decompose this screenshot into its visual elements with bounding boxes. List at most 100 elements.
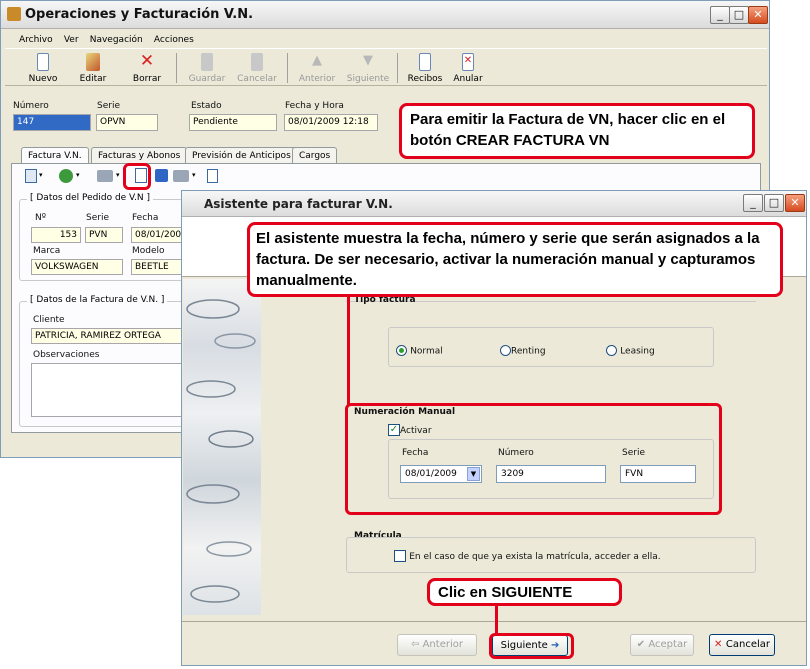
menu-acciones[interactable]: Acciones — [154, 35, 194, 45]
menu-ver[interactable]: Ver — [64, 35, 79, 45]
close-button[interactable]: ✕ — [748, 6, 768, 24]
dropdown-arrow-icon[interactable]: ▾ — [116, 171, 120, 179]
cancel-x-icon: ✕ — [714, 639, 726, 650]
pedido-fecha-label: Fecha — [132, 213, 159, 223]
save-icon — [201, 53, 213, 71]
serie-field[interactable]: OPVN — [96, 114, 158, 131]
cliente-field[interactable]: PATRICIA, RAMIREZ ORTEGA — [31, 328, 183, 344]
observaciones-label: Observaciones — [33, 350, 100, 360]
people-icon[interactable] — [59, 169, 73, 183]
highlight-crear-factura — [123, 163, 151, 190]
delete-x-icon: ✕ — [139, 51, 155, 71]
numero-label: Número — [13, 101, 49, 111]
pedido-serie-field[interactable]: PVN — [85, 227, 123, 243]
receipt-icon — [419, 53, 431, 71]
arrow-up-icon: ▲ — [312, 53, 322, 68]
callout-crear-factura: Para emitir la Factura de VN, hacer clic… — [399, 103, 755, 159]
refresh-icon[interactable] — [155, 169, 168, 182]
wizard-title: Asistente para facturar V.N. — [204, 197, 393, 211]
main-titlebar[interactable]: Operaciones y Facturación V.N. _ □ ✕ — [1, 1, 769, 29]
pedido-modelo-field[interactable]: BEETLE — [131, 259, 183, 275]
menu-archivo[interactable]: Archivo — [19, 35, 53, 45]
highlight-connector — [495, 604, 498, 636]
void-icon: ✕ — [462, 53, 474, 71]
minimize-button[interactable]: _ — [710, 6, 730, 24]
app-icon — [7, 7, 21, 21]
radio-leasing-dot — [606, 345, 617, 356]
aceptar-button[interactable]: ✔ Aceptar — [630, 634, 694, 656]
pedido-group-title: [ Datos del Pedido de V.N ] — [27, 193, 154, 203]
menubar: Archivo Ver Navegación Acciones — [19, 34, 202, 45]
highlight-siguiente — [489, 633, 574, 659]
estado-field[interactable]: Pendiente — [189, 114, 277, 131]
fecha-hora-label: Fecha y Hora — [285, 101, 344, 111]
radio-normal[interactable]: Normal — [396, 345, 443, 357]
cancelar-toolbar-button[interactable]: Cancelar — [235, 53, 279, 84]
tab-prevision-anticipos[interactable]: Previsión de Anticipos — [185, 147, 298, 164]
edit-icon — [86, 53, 100, 71]
anterior-toolbar-button[interactable]: ▲ Anterior — [295, 53, 339, 84]
pedido-marca-field[interactable]: VOLKSWAGEN — [31, 259, 123, 275]
print-icon[interactable] — [97, 170, 113, 182]
radio-leasing[interactable]: Leasing — [606, 345, 655, 357]
checkbox-box — [394, 550, 406, 562]
pedido-serie-label: Serie — [86, 213, 109, 223]
dropdown-arrow-icon[interactable]: ▾ — [76, 171, 80, 179]
toolbar: Nuevo Editar ✕ Borrar Guardar Cancelar ▲… — [5, 48, 767, 86]
wizard-minimize-button[interactable]: _ — [743, 194, 763, 212]
dropdown-arrow-icon[interactable]: ▾ — [39, 171, 43, 179]
factura-group-title: [ Datos de la Factura de V.N. ] — [27, 295, 168, 305]
check-icon: ✔ — [636, 639, 649, 650]
arrow-down-icon: ▼ — [363, 53, 373, 68]
toolbar-separator — [397, 53, 398, 83]
toolbar-separator — [176, 53, 177, 83]
pedido-n-label: Nº — [35, 213, 46, 223]
main-title: Operaciones y Facturación V.N. — [25, 7, 254, 22]
borrar-button[interactable]: ✕ Borrar — [127, 51, 167, 85]
wizard-maximize-button[interactable]: □ — [764, 194, 784, 212]
matricula-checkbox[interactable]: En el caso de que ya exista la matrícula… — [394, 550, 661, 562]
wizard-titlebar[interactable]: Asistente para facturar V.N. _ □ ✕ — [182, 191, 806, 217]
numero-field[interactable]: 147 — [13, 114, 91, 131]
editar-button[interactable]: Editar — [73, 53, 113, 84]
inner-toolbar: ▾ ▾ ▾ ▾ — [17, 167, 227, 185]
recibos-button[interactable]: Recibos — [403, 53, 447, 84]
radio-renting-dot — [500, 345, 511, 356]
callout-asistente: El asistente muestra la fecha, número y … — [247, 222, 783, 297]
menu-navegacion[interactable]: Navegación — [90, 35, 143, 45]
anterior-button[interactable]: ⇦ Anterior — [397, 634, 477, 656]
print-icon[interactable] — [173, 170, 189, 182]
highlight-numeracion-manual — [345, 403, 722, 515]
car-sketch-image — [186, 299, 256, 603]
wizard-close-button[interactable]: ✕ — [785, 194, 805, 212]
callout-siguiente: Clic en SIGUIENTE — [427, 578, 622, 606]
wizard-side-image — [183, 279, 261, 615]
list-icon[interactable] — [25, 169, 37, 183]
pedido-marca-label: Marca — [33, 246, 61, 256]
new-document-icon — [37, 53, 49, 71]
pedido-fecha-field[interactable]: 08/01/200 — [131, 227, 183, 243]
anular-button[interactable]: ✕ Anular — [451, 53, 485, 84]
tab-facturas-abonos[interactable]: Facturas y Abonos — [91, 147, 188, 164]
pedido-modelo-label: Modelo — [132, 246, 165, 256]
guardar-button[interactable]: Guardar — [185, 53, 229, 84]
pedido-n-field[interactable]: 153 — [31, 227, 81, 243]
cancel-icon — [251, 53, 263, 71]
wizard-footer-divider — [182, 621, 806, 622]
cancelar-button[interactable]: ✕ Cancelar — [709, 634, 775, 656]
dropdown-arrow-icon[interactable]: ▾ — [192, 171, 196, 179]
nuevo-button[interactable]: Nuevo — [23, 53, 63, 84]
radio-renting[interactable]: Renting — [500, 345, 546, 357]
tab-cargos[interactable]: Cargos — [292, 147, 338, 164]
document-icon[interactable] — [207, 169, 218, 183]
fecha-hora-field[interactable]: 08/01/2009 12:18 — [284, 114, 378, 131]
highlight-connector — [347, 297, 350, 405]
toolbar-separator — [287, 53, 288, 83]
tab-factura-vn[interactable]: Factura V.N. — [21, 147, 89, 164]
siguiente-toolbar-button[interactable]: ▼ Siguiente — [345, 53, 391, 84]
arrow-left-icon: ⇦ — [411, 639, 423, 650]
serie-label: Serie — [97, 101, 120, 111]
observaciones-textarea[interactable] — [31, 363, 183, 417]
maximize-button[interactable]: □ — [729, 6, 749, 24]
cliente-label: Cliente — [33, 315, 65, 325]
